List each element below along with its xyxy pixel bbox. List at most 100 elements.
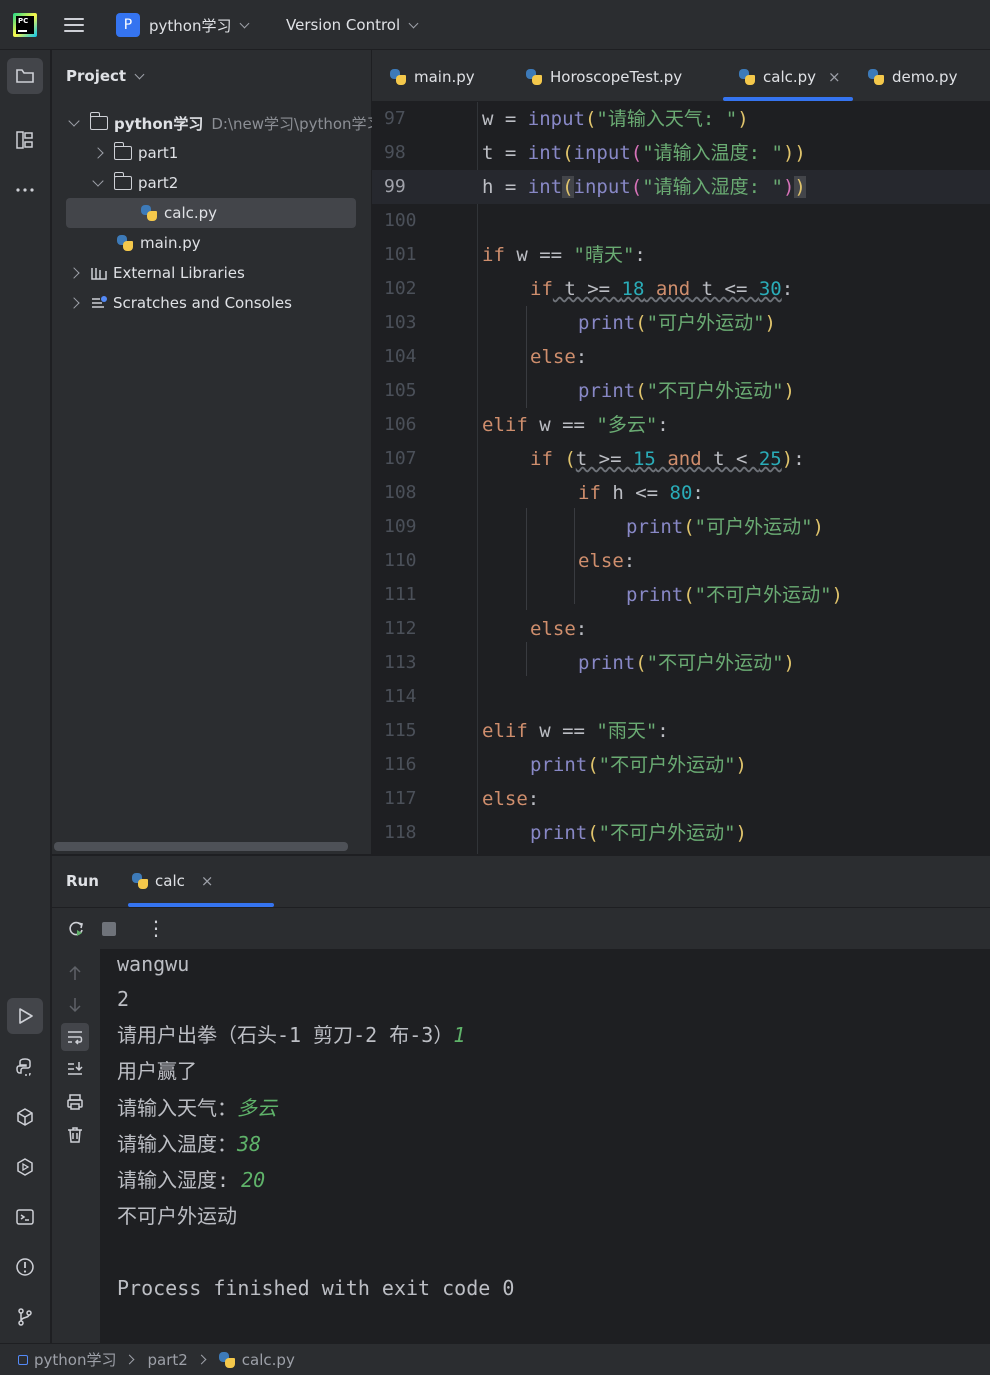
- run-side-toolbar: [52, 949, 100, 1343]
- tree-file-main[interactable]: main.py: [117, 228, 201, 258]
- print-icon[interactable]: [65, 1092, 85, 1112]
- tab-label: HoroscopeTest.py: [550, 68, 683, 86]
- console-line: 2: [117, 987, 130, 1011]
- line-number: 102: [384, 278, 417, 299]
- line-number: 103: [384, 312, 417, 333]
- tree-label: Scratches and Consoles: [113, 294, 292, 312]
- structure-icon: [16, 131, 33, 149]
- project-panel-header[interactable]: Project: [66, 67, 145, 85]
- tab-main-py[interactable]: main.py: [390, 66, 475, 88]
- git-branch-icon: [18, 1308, 32, 1326]
- code-text: t = int(input("请输入温度: ")): [482, 142, 806, 164]
- scroll-to-end-icon[interactable]: [65, 1059, 85, 1079]
- code-line: 106 elif w == "多云":: [372, 408, 990, 442]
- code-line: 112 else:: [372, 612, 990, 646]
- git-button[interactable]: [7, 1299, 43, 1335]
- code-line: 97 w = input("请输入天气: "): [372, 102, 990, 136]
- chevron-right-icon[interactable]: [92, 147, 104, 159]
- console-line: 请输入温度：38: [117, 1132, 262, 1156]
- code-line: 102 if t >= 18 and t <= 30:: [372, 272, 990, 306]
- soft-wrap-button[interactable]: [61, 1023, 89, 1051]
- python-console-icon: [16, 1058, 31, 1076]
- line-number: 111: [384, 584, 417, 605]
- tree-file-calc[interactable]: calc.py: [141, 198, 217, 228]
- line-number: 112: [384, 618, 417, 639]
- tree-scratches[interactable]: Scratches and Consoles: [68, 288, 292, 318]
- terminal-icon: [16, 1209, 34, 1225]
- breadcrumb-project[interactable]: python学习: [34, 1349, 116, 1370]
- project-switcher[interactable]: P python学习: [116, 11, 250, 39]
- line-number: 105: [384, 380, 417, 401]
- code-line-current: 99 h = int(input("请输入湿度: ")): [372, 170, 990, 204]
- chevron-right-icon: [196, 1354, 207, 1365]
- code-text: elif w == "多云":: [482, 414, 669, 436]
- line-number: 100: [384, 210, 417, 231]
- chevron-down-icon: [408, 18, 419, 28]
- project-panel-title: Project: [66, 67, 127, 85]
- services-button[interactable]: [7, 1149, 43, 1185]
- breadcrumb-file[interactable]: calc.py: [242, 1351, 295, 1369]
- line-number: 107: [384, 448, 417, 469]
- chevron-down-icon[interactable]: [92, 175, 104, 187]
- main-menu-icon[interactable]: [62, 14, 86, 36]
- chevron-down-icon: [240, 18, 250, 28]
- more-tools-button[interactable]: [7, 172, 43, 208]
- project-tool-button[interactable]: [7, 58, 43, 94]
- stop-icon[interactable]: [102, 922, 116, 936]
- chevron-down-icon[interactable]: [68, 115, 80, 127]
- tab-horoscopetest-py[interactable]: HoroscopeTest.py: [526, 66, 682, 88]
- code-text: h = int(input("请输入湿度: ")): [482, 176, 806, 198]
- more-vertical-icon[interactable]: ⋮: [146, 916, 166, 940]
- chevron-right-icon[interactable]: [68, 267, 80, 279]
- tree-folder-part1[interactable]: part1: [92, 138, 178, 168]
- tree-external-libraries[interactable]: External Libraries: [68, 258, 245, 288]
- line-number: 106: [384, 414, 417, 435]
- line-number: 113: [384, 652, 417, 673]
- console-line: wangwu: [117, 952, 190, 976]
- left-tool-strip: [0, 50, 51, 1343]
- run-tab-calc[interactable]: calc ×: [132, 872, 213, 890]
- close-icon[interactable]: ×: [201, 872, 214, 890]
- problems-button[interactable]: [7, 1249, 43, 1285]
- code-line: 117 else:: [372, 782, 990, 816]
- console-line: 请输入天气：多云: [117, 1096, 277, 1120]
- code-text: else:: [578, 550, 636, 572]
- code-line: 108 if h <= 80:: [372, 476, 990, 510]
- python-file-icon: [390, 69, 406, 85]
- run-tool-button[interactable]: [7, 998, 43, 1034]
- horizontal-scrollbar[interactable]: [54, 842, 348, 851]
- pycharm-logo-icon[interactable]: PC: [13, 13, 37, 37]
- tab-demo-py[interactable]: demo.py: [868, 66, 957, 88]
- trash-icon[interactable]: [65, 1125, 85, 1145]
- tree-root-python-study[interactable]: python学习 D:\new学习\python学习: [68, 108, 382, 138]
- tab-calc-py[interactable]: calc.py ×: [739, 66, 841, 88]
- rerun-icon[interactable]: [66, 919, 86, 939]
- breadcrumb-folder[interactable]: part2: [147, 1351, 187, 1369]
- arrow-down-icon[interactable]: [65, 995, 85, 1015]
- user-input: 20: [241, 1168, 266, 1192]
- packages-icon: [17, 1108, 33, 1126]
- title-bar: PC P python学习 Version Control: [0, 0, 990, 50]
- tree-folder-part2[interactable]: part2: [92, 168, 178, 198]
- terminal-button[interactable]: [7, 1199, 43, 1235]
- console-line: 用户赢了: [117, 1059, 197, 1083]
- code-text: print("不可户外运动"): [578, 380, 795, 402]
- version-control-menu[interactable]: Version Control: [286, 11, 419, 39]
- code-editor[interactable]: 97 w = input("请输入天气: ") 98 t = int(input…: [372, 102, 990, 854]
- code-text: if (t >= 15 and t < 25):: [530, 448, 805, 470]
- close-icon[interactable]: ×: [828, 68, 841, 86]
- code-line: 116 print("不可户外运动"): [372, 748, 990, 782]
- chevron-right-icon[interactable]: [68, 297, 80, 309]
- run-console-output[interactable]: wangwu 2 请用户出拳（石头-1 剪刀-2 布-3）1 用户赢了 请输入天…: [100, 949, 990, 1343]
- code-line: 114: [372, 680, 990, 714]
- code-text: print("不可户外运动"): [578, 652, 795, 674]
- python-packages-button[interactable]: [7, 1099, 43, 1135]
- code-line: 101 if w == "晴天":: [372, 238, 990, 272]
- structure-tool-button[interactable]: [7, 122, 43, 158]
- soft-wrap-icon: [68, 1031, 83, 1045]
- arrow-up-icon[interactable]: [65, 963, 85, 983]
- run-tool-title: Run: [66, 872, 99, 890]
- python-console-button[interactable]: [7, 1049, 43, 1085]
- line-number: 98: [384, 142, 406, 163]
- code-line: 104 else:: [372, 340, 990, 374]
